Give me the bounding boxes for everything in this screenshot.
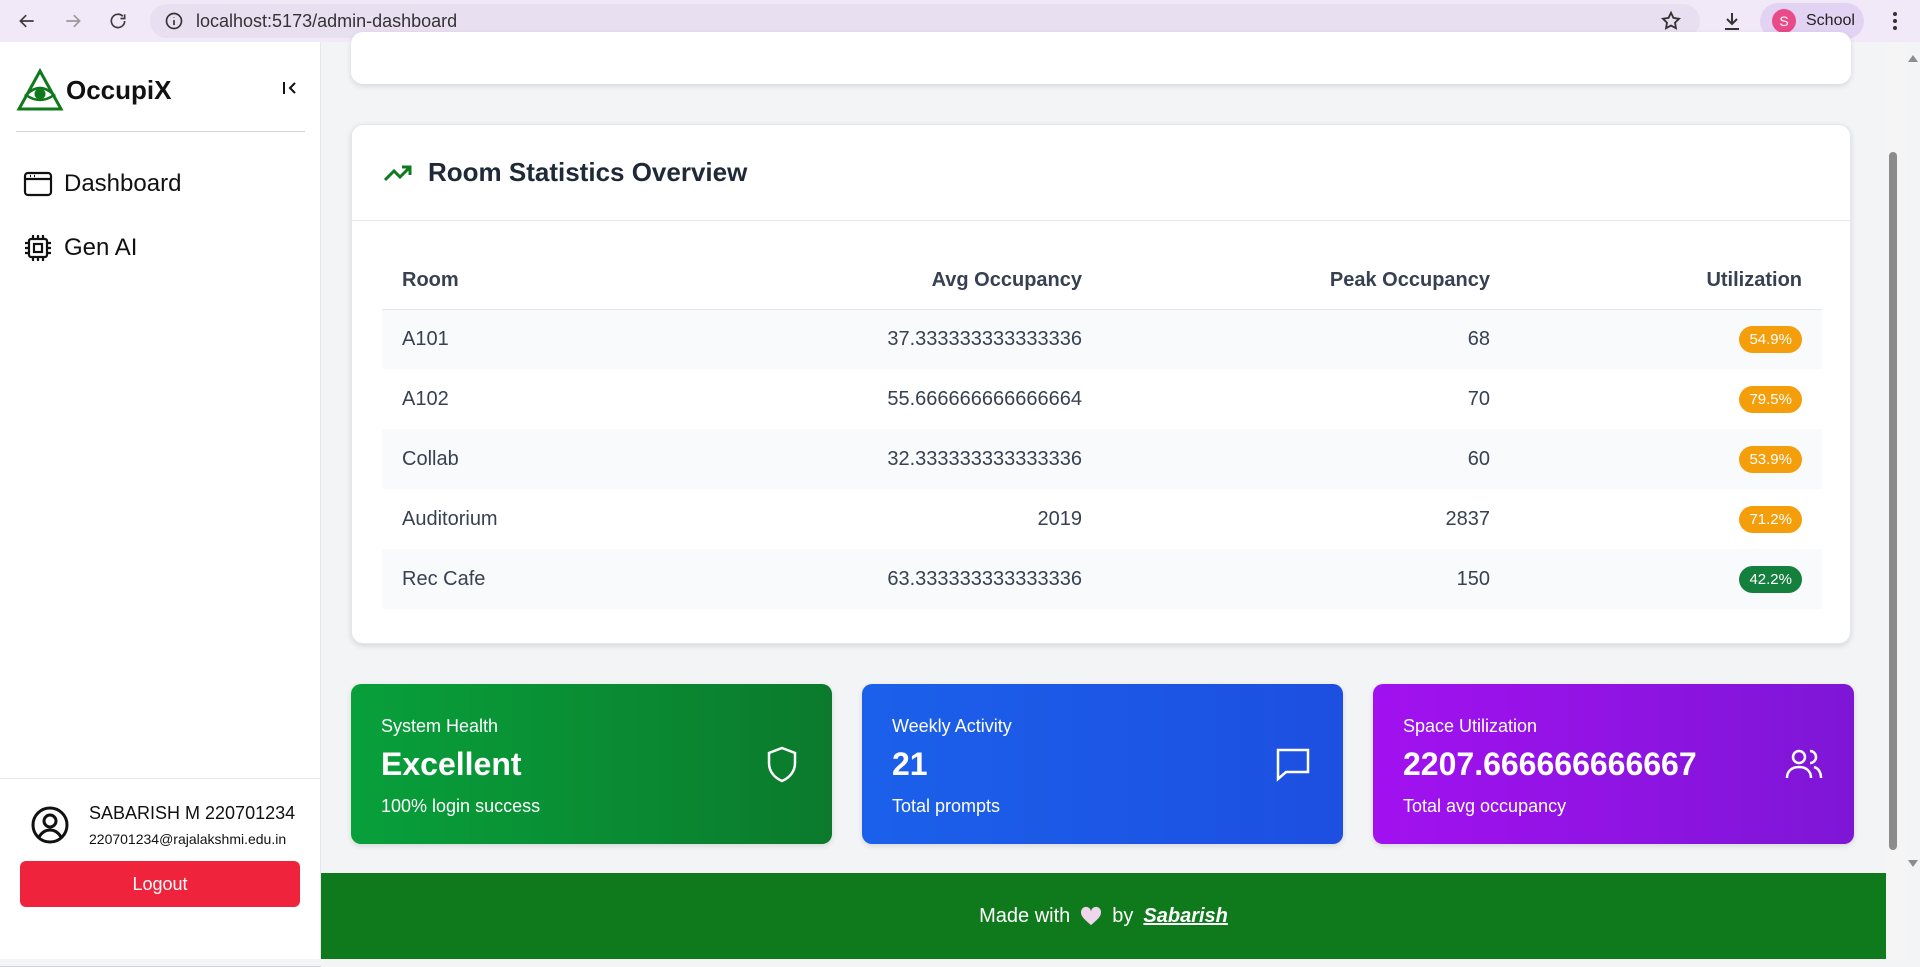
chat-bubble-icon [1276,748,1310,782]
metric-value: 2207.666666666667 [1403,746,1697,782]
sidebar-item-label: Dashboard [64,170,182,197]
back-button[interactable] [12,6,42,36]
metric-subtext: Total prompts [892,796,1001,816]
main-content: Room Statistics Overview Room Avg Occupa… [321,32,1886,959]
shield-icon [767,746,797,783]
table-row: A102 55.666666666666664 70 79.5% [382,369,1822,429]
column-header-utilization[interactable]: Utilization [1510,253,1822,310]
app-name: OccupiX [66,74,172,105]
peak-occupancy-cell: 60 [1102,429,1510,489]
footer-by: by [1112,904,1134,927]
weekly-activity-card: Weekly Activity 21 Total prompts [862,684,1343,844]
sidebar: OccupiX Dashboard Gen AI SABARISH M 2207… [0,42,321,967]
metric-label: Weekly Activity [892,716,1012,736]
metric-subtext: Total avg occupancy [1403,796,1567,816]
room-statistics-header: Room Statistics Overview [352,125,1850,221]
table-row: Rec Cafe 63.333333333333336 150 42.2% [382,549,1822,609]
room-cell: Collab [382,429,622,489]
sidebar-item-label: Gen AI [64,234,138,261]
utilization-cell: 42.2% [1510,549,1822,609]
reload-icon [110,13,126,29]
collapse-sidebar-icon[interactable] [280,78,300,98]
table-header-row: Room Avg Occupancy Peak Occupancy Utiliz… [382,253,1822,310]
metric-value: 21 [892,746,928,782]
profile-avatar: S [1772,9,1796,33]
metric-label: System Health [381,716,499,736]
logout-button[interactable]: Logout [20,861,300,907]
sidebar-item-dashboard[interactable]: Dashboard [22,164,181,204]
table-row: Auditorium 2019 2837 71.2% [382,489,1822,549]
users-icon [1785,749,1823,779]
scroll-up-icon[interactable] [1906,52,1920,66]
avg-occupancy-cell: 63.333333333333336 [622,549,1102,609]
space-utilization-card: Space Utilization 2207.666666666667 Tota… [1373,684,1854,844]
room-cell: A101 [382,309,622,369]
user-circle-icon [31,806,69,844]
room-statistics-table: Room Avg Occupancy Peak Occupancy Utiliz… [382,253,1822,609]
utilization-cell: 79.5% [1510,369,1822,429]
utilization-badge: 54.9% [1739,325,1802,353]
utilization-cell: 71.2% [1510,489,1822,549]
utilization-badge: 53.9% [1739,445,1802,473]
utilization-badge: 71.2% [1739,505,1802,533]
avg-occupancy-cell: 55.666666666666664 [887,387,1082,410]
forward-button[interactable] [58,6,88,36]
utilization-cell: 54.9% [1510,309,1822,369]
column-header-avg-occupancy[interactable]: Avg Occupancy [622,253,1102,310]
system-health-card: System Health Excellent 100% login succe… [351,684,832,844]
browser-window-icon [23,171,53,197]
room-cell: Auditorium [402,507,498,530]
app-logo[interactable]: OccupiX [16,68,171,112]
utilization-cell: 53.9% [1510,429,1822,489]
metric-subtext: 100% login success [381,796,541,816]
peak-occupancy-cell: 70 [1467,387,1490,410]
room-cell: Rec Cafe [382,549,622,609]
reload-button[interactable] [103,6,133,36]
peak-occupancy-cell: 2837 [1445,507,1491,530]
trending-up-icon [383,165,412,181]
bookmark-star-icon[interactable] [1660,10,1682,32]
utilization-badge: 79.5% [1739,385,1802,413]
arrow-right-icon [66,14,81,28]
cpu-chip-icon [25,235,51,261]
profile-label: School [1806,12,1855,29]
column-header-peak-occupancy[interactable]: Peak Occupancy [1102,253,1510,310]
footer: Made with by Sabarish [321,873,1886,959]
previous-card [351,32,1851,84]
download-icon[interactable] [1720,9,1744,33]
sidebar-divider [16,131,305,132]
sidebar-item-gen-ai[interactable]: Gen AI [22,228,137,268]
peak-occupancy-cell: 150 [1102,549,1510,609]
arrow-left-icon [19,14,34,28]
room-cell: A102 [402,387,449,410]
url-text: localhost:5173/admin-dashboard [196,10,458,31]
metric-label: Space Utilization [1403,716,1538,736]
eye-pyramid-logo-icon [16,68,64,111]
peak-occupancy-cell: 68 [1102,309,1510,369]
metric-value: Excellent [381,746,522,782]
footer-author-link[interactable]: Sabarish [1143,905,1227,928]
user-name: SABARISH M 220701234 [89,803,296,823]
heart-icon [1081,906,1102,926]
room-statistics-card: Room Statistics Overview Room Avg Occupa… [351,124,1851,644]
avg-occupancy-cell: 32.333333333333336 [622,429,1102,489]
more-menu-icon[interactable] [1883,9,1907,33]
site-info-icon[interactable] [164,11,184,31]
scroll-down-icon[interactable] [1906,856,1920,870]
scrollbar-thumb[interactable] [1889,152,1897,850]
table-row: A101 37.333333333333336 68 54.9% [382,309,1822,369]
table-row: Collab 32.333333333333336 60 53.9% [382,429,1822,489]
user-email: 220701234@rajalakshmi.edu.in [89,831,287,847]
avg-occupancy-cell: 2019 [1037,507,1083,530]
footer-made-with: Made with [979,904,1071,927]
room-statistics-title: Room Statistics Overview [428,157,748,187]
utilization-badge: 42.2% [1739,565,1802,593]
column-header-room[interactable]: Room [382,253,622,310]
avg-occupancy-cell: 37.333333333333336 [622,309,1102,369]
user-panel: SABARISH M 220701234 220701234@rajalaksh… [0,778,321,967]
